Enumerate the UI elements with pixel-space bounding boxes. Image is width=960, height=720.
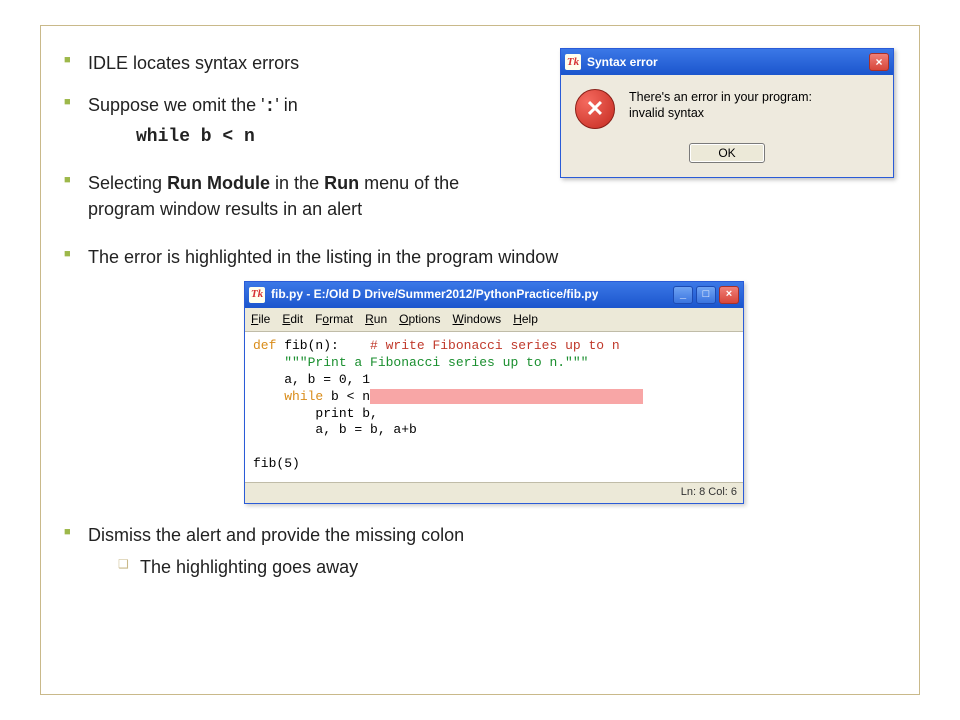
error-highlight — [370, 389, 643, 404]
error-icon: ✕ — [575, 89, 615, 129]
dialog-line: There's an error in your program: — [629, 89, 879, 105]
dialog-footer: OK — [561, 143, 893, 177]
syntax-error-dialog: Tk Syntax error × ✕ There's an error in … — [560, 48, 894, 178]
idle-window: Tk fib.py - E:/Old D Drive/Summer2012/Py… — [244, 281, 744, 504]
code-text: a, b = 0, 1 — [253, 372, 370, 387]
menubar: File Edit Format Run Options Windows Hel… — [245, 308, 743, 332]
menu-edit[interactable]: Edit — [282, 311, 303, 328]
dialog-body: ✕ There's an error in your program: inva… — [561, 75, 893, 143]
sub-item: The highlighting goes away — [118, 554, 900, 580]
comment: # write Fibonacci series up to n — [370, 338, 620, 353]
emphasis: Run Module — [167, 173, 270, 193]
app-icon: Tk — [565, 54, 581, 70]
menu-windows[interactable]: Windows — [453, 311, 502, 328]
dialog-title: Syntax error — [587, 55, 658, 69]
maximize-button[interactable]: □ — [696, 286, 716, 304]
bullet-item: Selecting Run Module in the Run menu of … — [60, 170, 510, 222]
close-button[interactable]: × — [719, 286, 739, 304]
code-line: while b < n — [136, 124, 510, 150]
dialog-line: invalid syntax — [629, 105, 879, 121]
bullet-text: The highlighting goes away — [140, 557, 358, 577]
code-text: fib(n): — [276, 338, 370, 353]
code-editor[interactable]: def fib(n): # write Fibonacci series up … — [245, 332, 743, 482]
status-text: Ln: 8 Col: 6 — [681, 486, 737, 498]
menu-help[interactable]: Help — [513, 311, 538, 328]
code-text — [253, 389, 284, 404]
docstring: """Print a Fibonacci series up to n.""" — [253, 355, 588, 370]
keyword-while: while — [284, 389, 323, 404]
bullet-text: The error is highlighted in the listing … — [88, 247, 558, 267]
code-text: print b, — [253, 406, 378, 421]
bullet-text: Selecting — [88, 173, 167, 193]
menu-run[interactable]: Run — [365, 311, 387, 328]
dialog-text: There's an error in your program: invali… — [629, 89, 879, 122]
menu-format[interactable]: Format — [315, 311, 353, 328]
bullet-text: ' in — [275, 95, 297, 115]
bullet-item: The error is highlighted in the listing … — [60, 244, 900, 503]
code-text: a, b = b, a+b — [253, 422, 417, 437]
bullet-text: IDLE locates syntax errors — [88, 53, 299, 73]
bullet-item: Suppose we omit the ':' in while b < n — [60, 92, 510, 150]
bullet-item: Dismiss the alert and provide the missin… — [60, 522, 900, 580]
close-button[interactable]: × — [869, 53, 889, 71]
ok-button[interactable]: OK — [689, 143, 765, 163]
emphasis: Run — [324, 173, 359, 193]
bullet-text: Dismiss the alert and provide the missin… — [88, 525, 464, 545]
menu-options[interactable]: Options — [399, 311, 440, 328]
code-text: fib(5) — [253, 456, 300, 471]
statusbar: Ln: 8 Col: 6 — [245, 482, 743, 503]
titlebar: Tk Syntax error × — [561, 49, 893, 75]
keyword-def: def — [253, 338, 276, 353]
sub-list: The highlighting goes away — [118, 554, 900, 580]
bullet-text: Suppose we omit the ' — [88, 95, 265, 115]
window-title: fib.py - E:/Old D Drive/Summer2012/Pytho… — [271, 286, 598, 303]
code-text: b < n — [323, 389, 370, 404]
menu-file[interactable]: File — [251, 311, 270, 328]
inline-code: : — [265, 97, 276, 117]
app-icon: Tk — [249, 287, 265, 303]
minimize-button[interactable]: _ — [673, 286, 693, 304]
titlebar: Tk fib.py - E:/Old D Drive/Summer2012/Py… — [245, 282, 743, 308]
bullet-text: in the — [270, 173, 324, 193]
